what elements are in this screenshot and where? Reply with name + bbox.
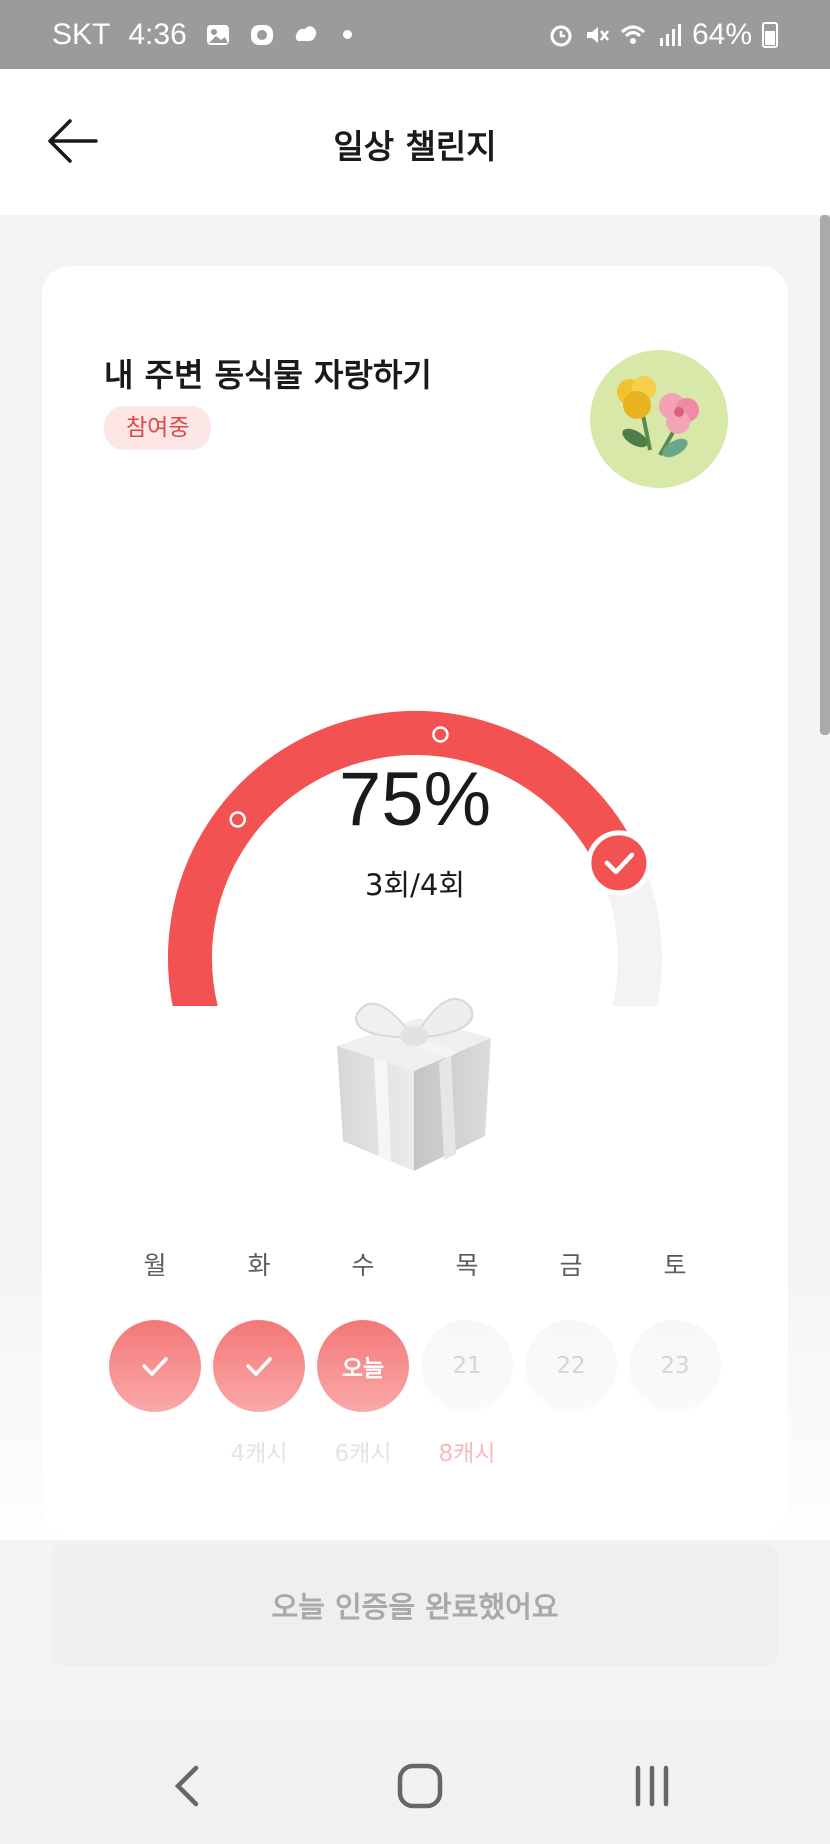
signal-icon: [659, 23, 681, 46]
day-circle-today[interactable]: 오늘: [317, 1320, 409, 1412]
progress-percent: 75%: [338, 757, 492, 842]
flowers-icon: [617, 376, 699, 458]
gallery-icon: [206, 24, 229, 45]
weekly-progress: 월 화 4캐시 수오늘 6캐시 목 21 8캐시 금 22 토 23: [109, 1246, 721, 1486]
scrollbar[interactable]: [820, 215, 830, 735]
status-bar: SKT 4:36 64%: [0, 0, 830, 69]
mute-icon: [586, 26, 609, 43]
app-icon: [250, 24, 273, 45]
day-label: 수: [351, 1251, 375, 1280]
day-reward-label: [525, 1434, 617, 1464]
notification-dot-icon: [342, 30, 352, 39]
day-reward-label: 8캐시: [438, 1441, 496, 1467]
day-reward-label: 6캐시: [334, 1441, 392, 1467]
day-column-2: 수오늘 6캐시: [317, 1246, 409, 1467]
day-reward-label: [629, 1434, 721, 1464]
page-title: 일상 챌린지: [333, 127, 497, 166]
alarm-icon: [550, 25, 572, 46]
time-label: 4:36: [128, 17, 187, 51]
day-circle-future[interactable]: 21: [421, 1320, 513, 1412]
day-label: 목: [455, 1251, 479, 1280]
progress-count: 3회/4회: [364, 868, 466, 902]
day-circle-future[interactable]: 22: [525, 1320, 617, 1412]
day-column-0: 월: [109, 1246, 201, 1464]
day-circle-future[interactable]: 23: [629, 1320, 721, 1412]
battery-label: 64%: [691, 17, 752, 51]
day-column-4: 금 22: [525, 1246, 617, 1464]
day-label: 금: [559, 1251, 583, 1280]
check-icon: [246, 1357, 272, 1376]
challenge-title: 내 주변 동식물 자랑하기: [104, 356, 432, 394]
wifi-icon: [620, 25, 645, 44]
certify-complete-button[interactable]: 오늘 인증을 완료했어요: [52, 1544, 778, 1666]
app-header: 일상 챌린지: [0, 69, 830, 215]
challenge-card: 내 주변 동식물 자랑하기 참여중 75% 3회/4회 월 화 4캐시 수 오늘…: [42, 266, 788, 1536]
back-nav-icon[interactable]: [158, 1758, 218, 1814]
challenge-thumbnail: [590, 350, 728, 488]
check-icon: [142, 1357, 168, 1376]
status-badge: 참여중: [104, 406, 212, 450]
day-circle-done[interactable]: [109, 1320, 201, 1412]
gift-box-icon: [337, 998, 491, 1171]
day-reward-label: 4캐시: [230, 1441, 288, 1467]
recents-nav-icon[interactable]: [622, 1758, 682, 1814]
day-label: 화: [247, 1251, 271, 1280]
day-reward-label: [109, 1434, 201, 1464]
carrier-label: SKT: [52, 17, 111, 51]
day-circle-done[interactable]: [213, 1320, 305, 1412]
day-column-3: 목 21 8캐시: [421, 1246, 513, 1467]
cloud-icon: [295, 25, 317, 41]
day-column-5: 토 23: [629, 1246, 721, 1464]
home-nav-icon[interactable]: [390, 1758, 450, 1814]
battery-icon: [762, 21, 778, 48]
system-nav-bar: [0, 1720, 830, 1844]
day-label: 월: [143, 1251, 167, 1280]
day-column-1: 화 4캐시: [213, 1246, 305, 1467]
day-label: 토: [663, 1251, 687, 1280]
